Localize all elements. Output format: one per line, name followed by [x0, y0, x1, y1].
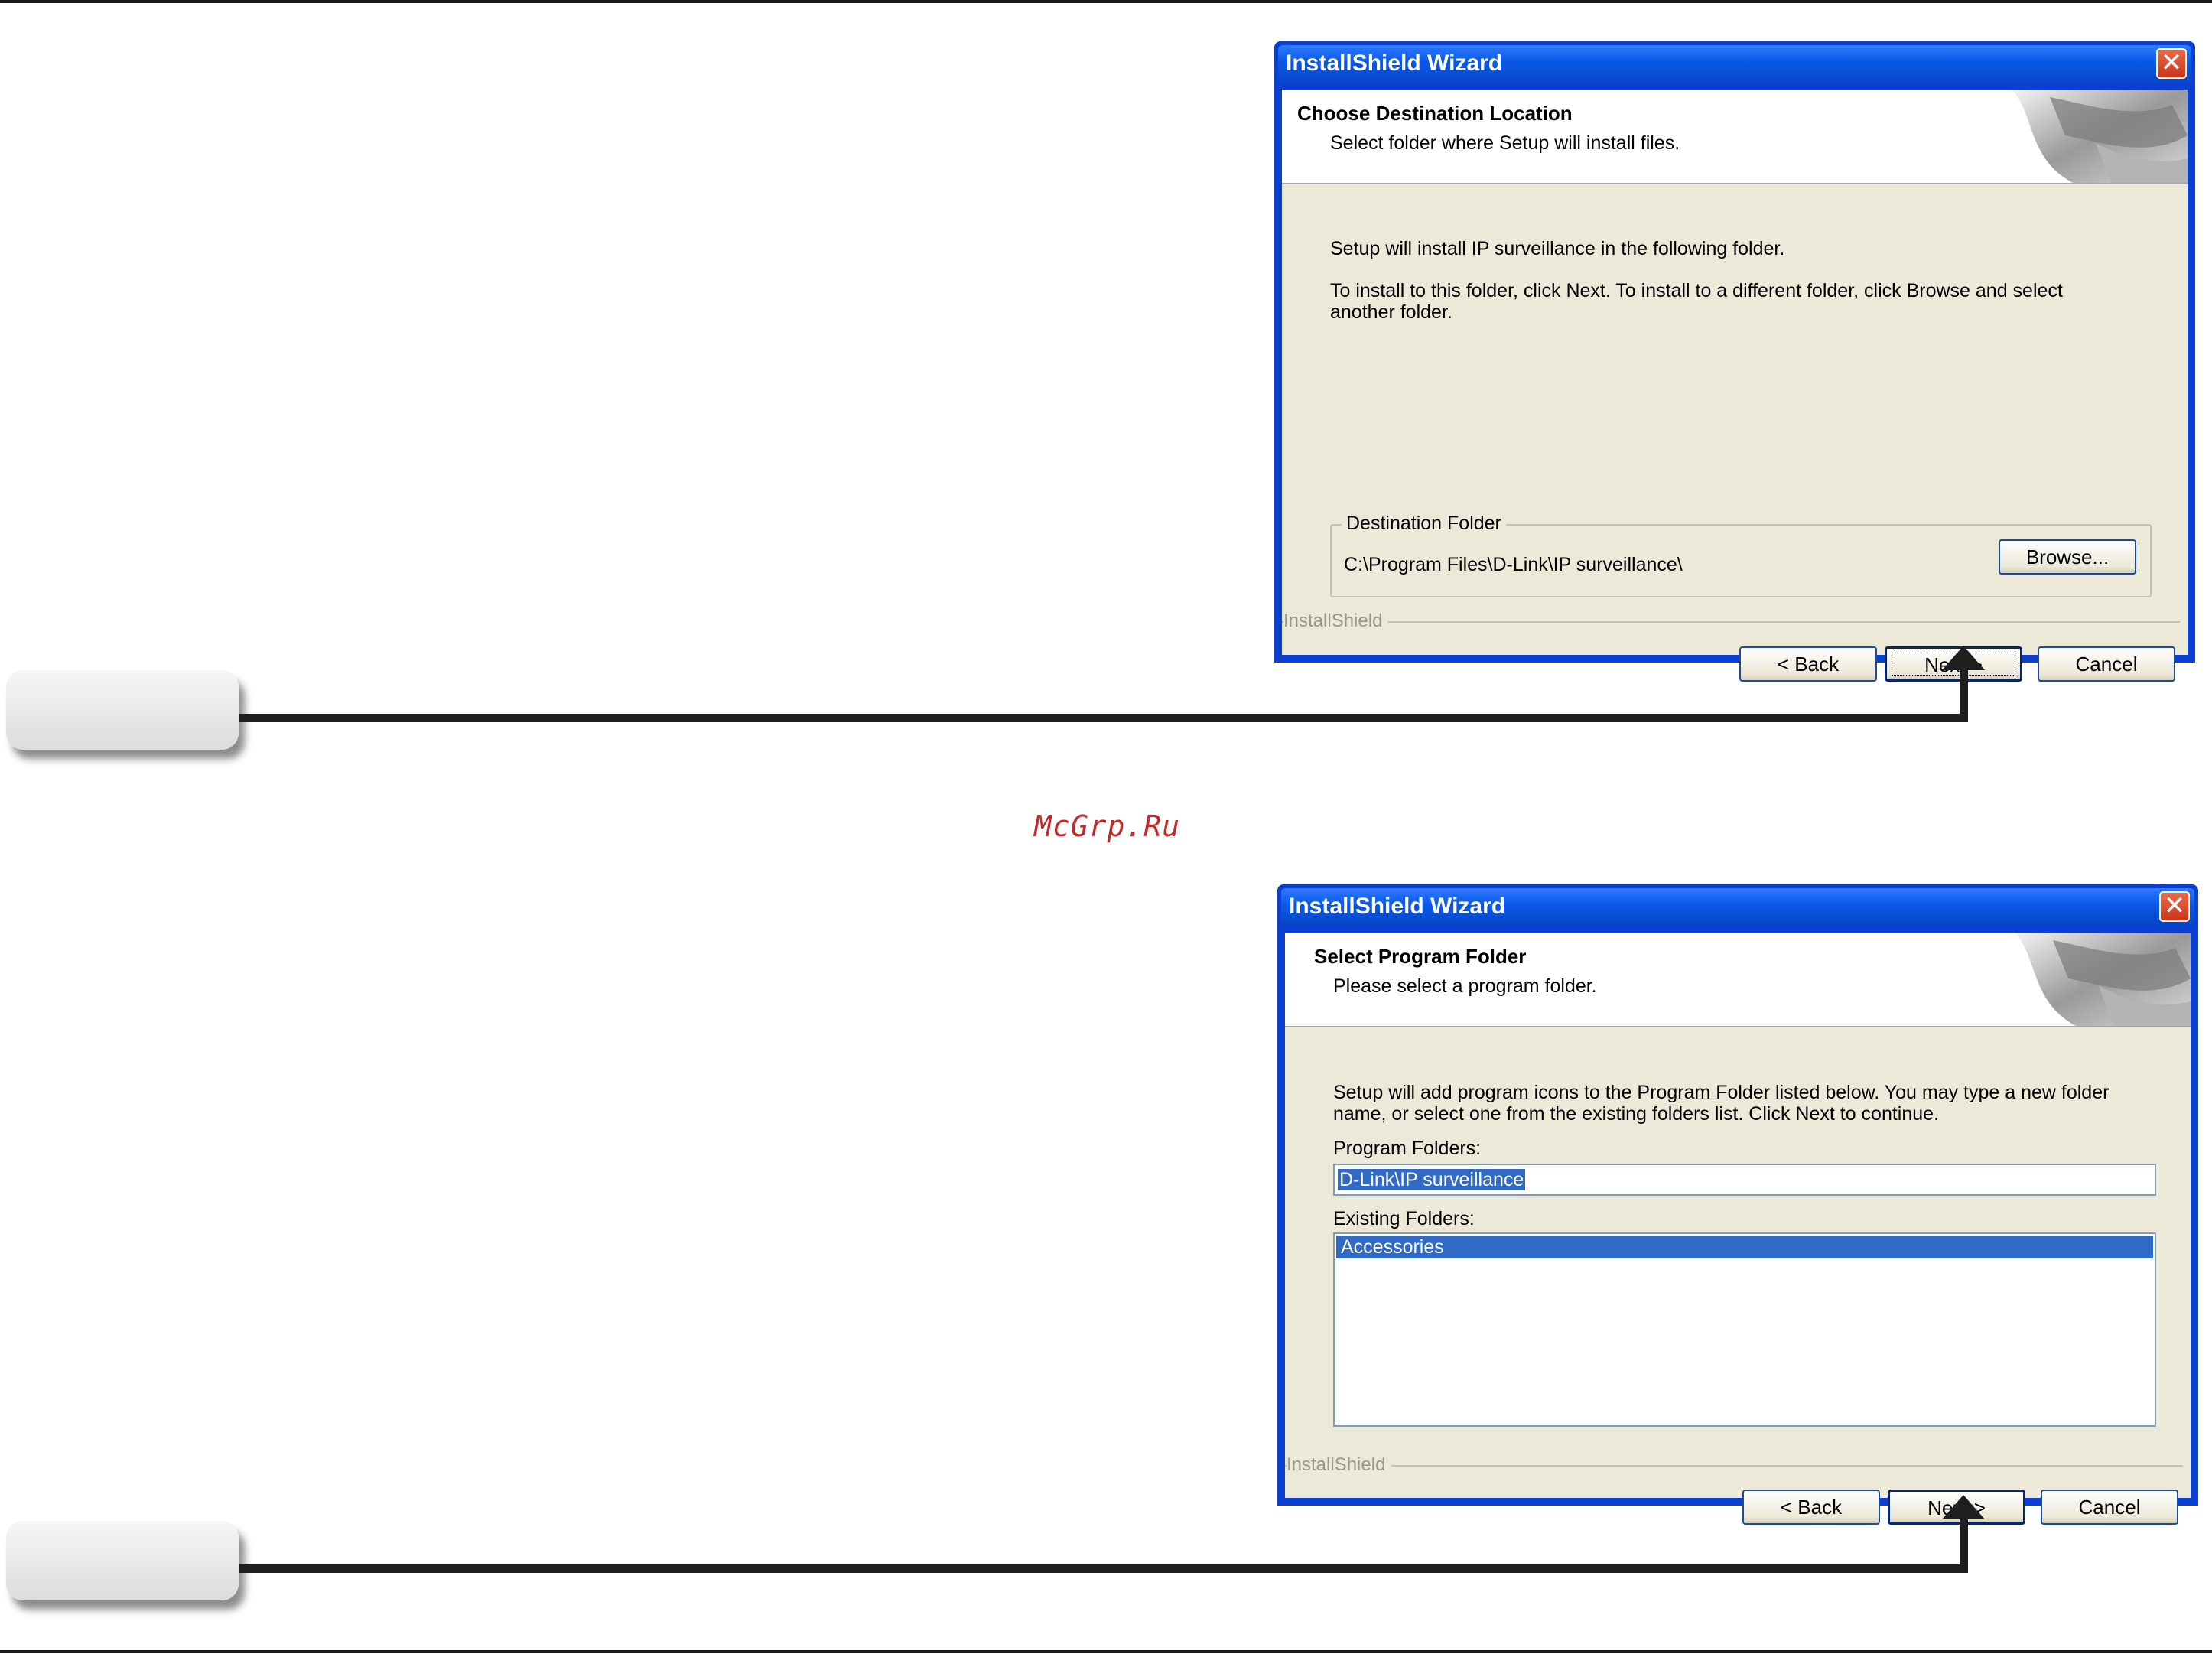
- back-button[interactable]: < Back: [1742, 1490, 1880, 1525]
- callout-riser-2: [1960, 1516, 1968, 1573]
- arrow-up-icon: [1942, 1495, 1985, 1519]
- installshield-brand: InstallShield: [1283, 610, 1389, 632]
- cancel-button[interactable]: Cancel: [2041, 1490, 2178, 1525]
- program-folder-input[interactable]: D-Link\IP surveillance: [1333, 1164, 2156, 1196]
- list-item[interactable]: Accessories: [1336, 1236, 2153, 1258]
- program-folders-label: Program Folders:: [1333, 1138, 1482, 1159]
- info-line-1: Setup will add program icons to the Prog…: [1333, 1082, 2110, 1103]
- existing-folders-list[interactable]: Accessories: [1333, 1232, 2156, 1427]
- cancel-button[interactable]: Cancel: [2038, 646, 2175, 682]
- destination-path: C:\Program Files\D-Link\IP surveillance\: [1344, 554, 1683, 575]
- header-banner: Choose Destination Location Select folde…: [1282, 90, 2188, 184]
- destination-folder-label: Destination Folder: [1342, 513, 1506, 535]
- page-subheading: Select folder where Setup will install f…: [1330, 132, 1680, 154]
- close-icon[interactable]: ✕: [2159, 891, 2190, 922]
- browse-button[interactable]: Browse...: [1999, 539, 2136, 575]
- back-button[interactable]: < Back: [1739, 646, 1877, 682]
- info-line-2: To install to this folder, click Next. T…: [1330, 280, 2063, 301]
- existing-folders-label: Existing Folders:: [1333, 1208, 1475, 1229]
- top-rule: [0, 0, 2212, 3]
- callout-line-1: [239, 714, 1967, 722]
- select-program-folder-dialog: InstallShield Wizard ✕ Select Program Fo…: [1277, 884, 2198, 1525]
- window-title: InstallShield Wizard: [1289, 894, 1506, 919]
- installshield-banner-icon: [2012, 90, 2188, 183]
- page-heading: Choose Destination Location: [1297, 102, 1573, 125]
- installshield-banner-icon: [2015, 933, 2191, 1026]
- brand-divider: [1282, 621, 2180, 623]
- choose-destination-dialog: InstallShield Wizard ✕ Choose Destinatio…: [1274, 41, 2195, 682]
- installshield-brand: InstallShield: [1287, 1454, 1392, 1476]
- page-subheading: Please select a program folder.: [1333, 975, 1597, 997]
- info-line-3: another folder.: [1330, 301, 1452, 323]
- program-folder-value: D-Link\IP surveillance: [1338, 1169, 1526, 1190]
- window-title: InstallShield Wizard: [1286, 50, 1503, 76]
- arrow-up-icon: [1942, 646, 1985, 670]
- callout-riser-1: [1960, 667, 1968, 722]
- destination-folder-group: C:\Program Files\D-Link\IP surveillance\…: [1330, 524, 2152, 597]
- callout-tab-2: [6, 1521, 239, 1600]
- page-heading: Select Program Folder: [1314, 945, 1527, 968]
- callout-line-2: [239, 1564, 1967, 1573]
- header-banner: Select Program Folder Please select a pr…: [1285, 933, 2191, 1027]
- watermark-text: McGrp.Ru: [1034, 809, 1181, 843]
- title-bar[interactable]: InstallShield Wizard ✕: [1281, 888, 2194, 925]
- title-bar[interactable]: InstallShield Wizard ✕: [1278, 45, 2191, 82]
- brand-divider: [1285, 1465, 2183, 1467]
- info-line-1: Setup will install IP surveillance in th…: [1330, 238, 1785, 259]
- bottom-rule: [0, 1650, 2212, 1653]
- dialog-client: Select Program Folder Please select a pr…: [1285, 933, 2191, 1525]
- callout-tab-1: [6, 670, 239, 750]
- close-icon[interactable]: ✕: [2156, 48, 2187, 79]
- info-line-2: name, or select one from the existing fo…: [1333, 1103, 1940, 1125]
- dialog-client: Choose Destination Location Select folde…: [1282, 90, 2188, 682]
